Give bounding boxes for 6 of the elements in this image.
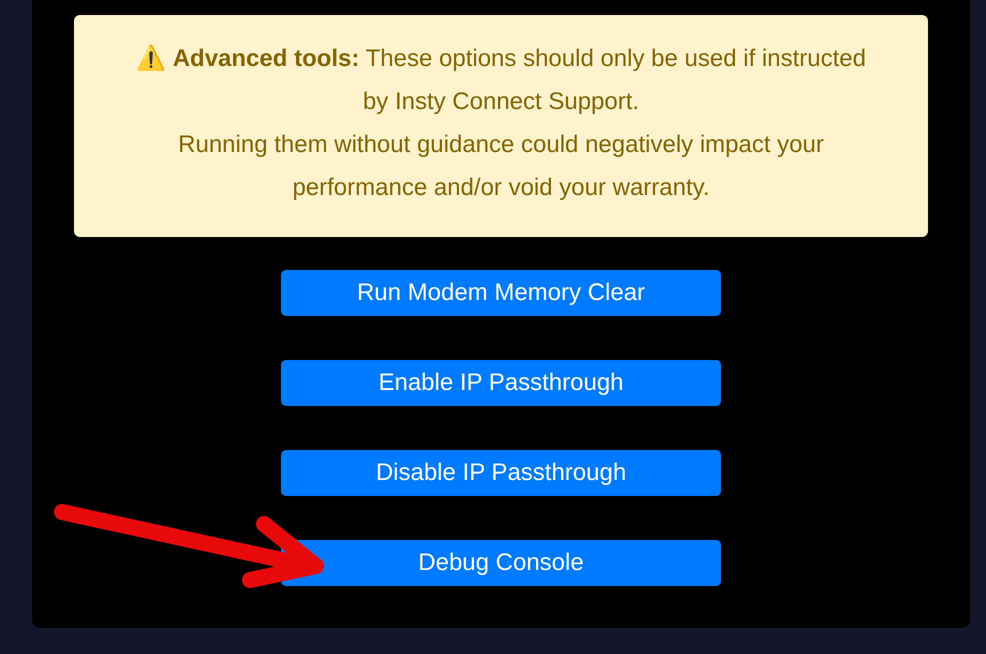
action-button[interactable]: Disable IP Passthrough [281, 450, 721, 496]
action-button[interactable]: Run Modem Memory Clear [281, 270, 721, 316]
action-button[interactable]: Enable IP Passthrough [281, 360, 721, 406]
action-button[interactable]: Debug Console [281, 540, 721, 586]
warning-text: Running them without guidance could negatively impact your performance and/or void your warranty. [177, 130, 825, 203]
warning-text: ⚠ Advanced tools: These options should only be used if instructed by Insty Connect Support. [135, 44, 867, 117]
